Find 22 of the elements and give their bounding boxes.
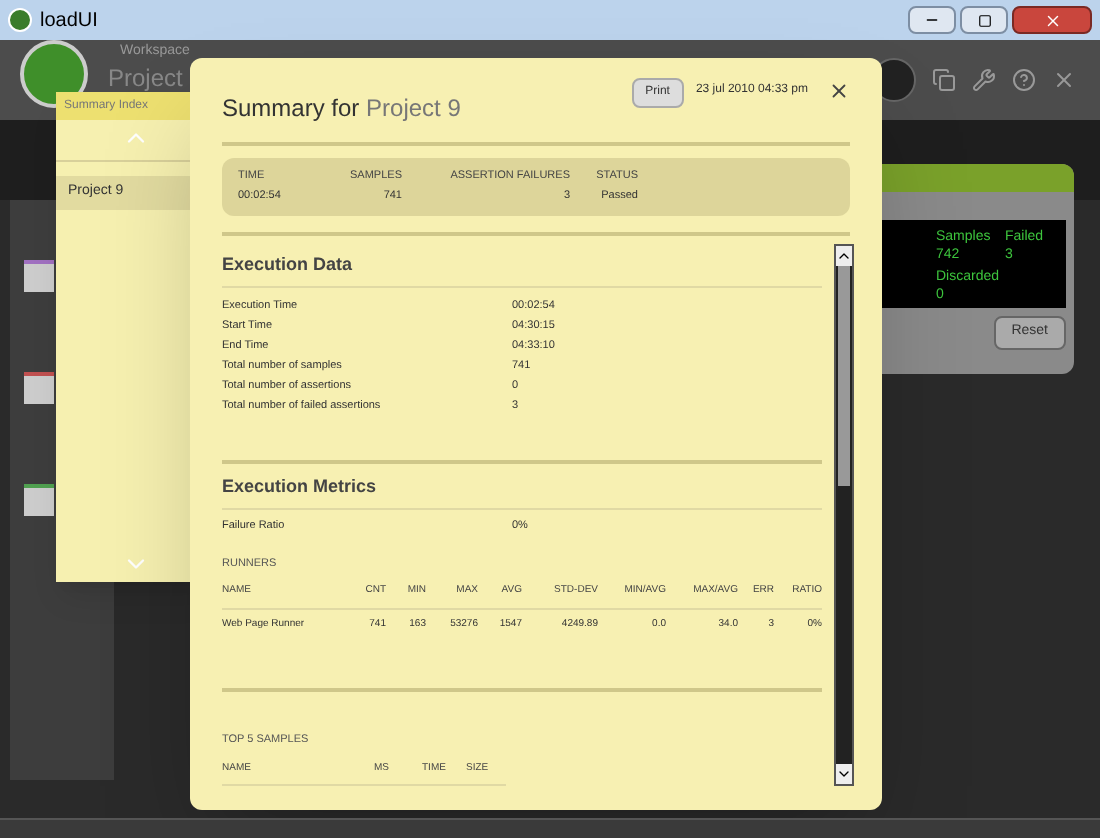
help-icon[interactable]	[1012, 68, 1036, 92]
maximize-button[interactable]	[960, 6, 1008, 34]
close-icon[interactable]	[828, 80, 850, 102]
wrench-icon[interactable]	[972, 68, 996, 92]
section-heading: Execution Data	[222, 251, 355, 277]
copy-icon[interactable]	[932, 68, 956, 92]
component-thumbnail[interactable]	[24, 484, 54, 516]
app-logo-icon	[8, 8, 32, 32]
close-icon	[1043, 11, 1061, 29]
scrollbar[interactable]	[834, 243, 854, 786]
window-title: loadUI	[40, 7, 98, 35]
component-thumbnail[interactable]	[24, 372, 54, 404]
chevron-down-icon	[836, 766, 852, 782]
summary-heading: Summary for Project 9	[222, 92, 461, 126]
close-button[interactable]	[1012, 6, 1092, 34]
maximize-icon	[977, 13, 991, 27]
project-title: Project	[108, 64, 185, 92]
section-heading: Execution Metrics	[222, 474, 379, 501]
scroll-thumb[interactable]	[838, 265, 850, 485]
scroll-down-button[interactable]	[836, 764, 852, 784]
component-thumbnail[interactable]	[24, 260, 54, 292]
scroll-up-button[interactable]	[836, 245, 852, 265]
